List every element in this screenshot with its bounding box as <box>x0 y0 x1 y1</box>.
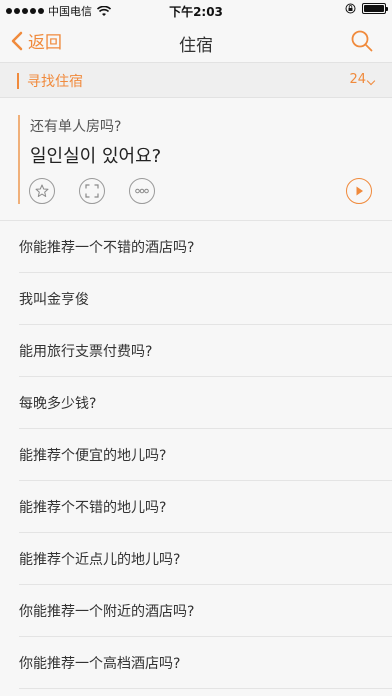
list-item[interactable]: 你能推荐一个高档酒店吗? <box>0 637 392 689</box>
featured-chinese: 还有单人房吗? <box>30 119 122 135</box>
rotation-lock-icon <box>345 3 356 14</box>
list-item-text: 能推荐个便宜的地儿吗? <box>19 448 167 464</box>
favorite-button[interactable] <box>29 178 55 204</box>
list-item-text: 你能推荐一个不错的酒店吗? <box>19 240 195 256</box>
play-icon <box>356 186 363 196</box>
list-item-text: 你能推荐一个附近的酒店吗? <box>19 604 195 620</box>
status-bar: 中国电信 下午2:03 <box>0 0 392 22</box>
featured-korean: 일인실이 있어요? <box>30 146 162 167</box>
list-item[interactable]: 能推荐个便宜的地儿吗? <box>0 429 392 481</box>
phrase-list: 你能推荐一个不错的酒店吗? 我叫金亨俊 能用旅行支票付费吗? 每晚多少钱? 能推… <box>0 221 392 689</box>
list-item-text: 能推荐个近点儿的地儿吗? <box>19 552 181 568</box>
list-item[interactable]: 能推荐个近点儿的地儿吗? <box>0 533 392 585</box>
fullscreen-button[interactable] <box>79 178 105 204</box>
section-accent-bar <box>17 73 19 89</box>
list-item-text: 能推荐个不错的地儿吗? <box>19 500 167 516</box>
list-item-text: 我叫金亨俊 <box>19 292 89 308</box>
featured-accent-bar <box>18 115 20 204</box>
list-item[interactable]: 你能推荐一个不错的酒店吗? <box>0 221 392 273</box>
list-item-text: 每晚多少钱? <box>19 396 97 412</box>
list-item[interactable]: 你能推荐一个附近的酒店吗? <box>0 585 392 637</box>
nav-bar: 返回 住宿 <box>0 22 392 62</box>
section-header[interactable]: 寻找住宿 24 <box>0 62 392 98</box>
expand-icon <box>85 184 99 198</box>
status-time: 下午2:03 <box>169 5 223 19</box>
more-icon <box>135 188 149 194</box>
section-title: 寻找住宿 <box>27 74 83 90</box>
featured-phrase: 还有单人房吗? 일인실이 있어요? <box>0 98 392 221</box>
list-item-text: 你能推荐一个高档酒店吗? <box>19 656 181 672</box>
list-item[interactable]: 我叫金亨俊 <box>0 273 392 325</box>
list-item-text: 能用旅行支票付费吗? <box>19 344 153 360</box>
search-icon[interactable] <box>350 29 374 53</box>
list-item[interactable]: 能推荐个不错的地儿吗? <box>0 481 392 533</box>
page-title: 住宿 <box>179 36 213 56</box>
chevron-down-icon <box>366 76 376 86</box>
list-item[interactable]: 每晚多少钱? <box>0 377 392 429</box>
divider <box>19 688 392 689</box>
status-right <box>345 3 388 14</box>
list-item[interactable]: 能用旅行支票付费吗? <box>0 325 392 377</box>
star-icon <box>35 184 49 197</box>
more-button[interactable] <box>129 178 155 204</box>
section-count: 24 <box>349 72 366 87</box>
play-button[interactable] <box>346 178 372 204</box>
battery-icon <box>362 3 388 14</box>
